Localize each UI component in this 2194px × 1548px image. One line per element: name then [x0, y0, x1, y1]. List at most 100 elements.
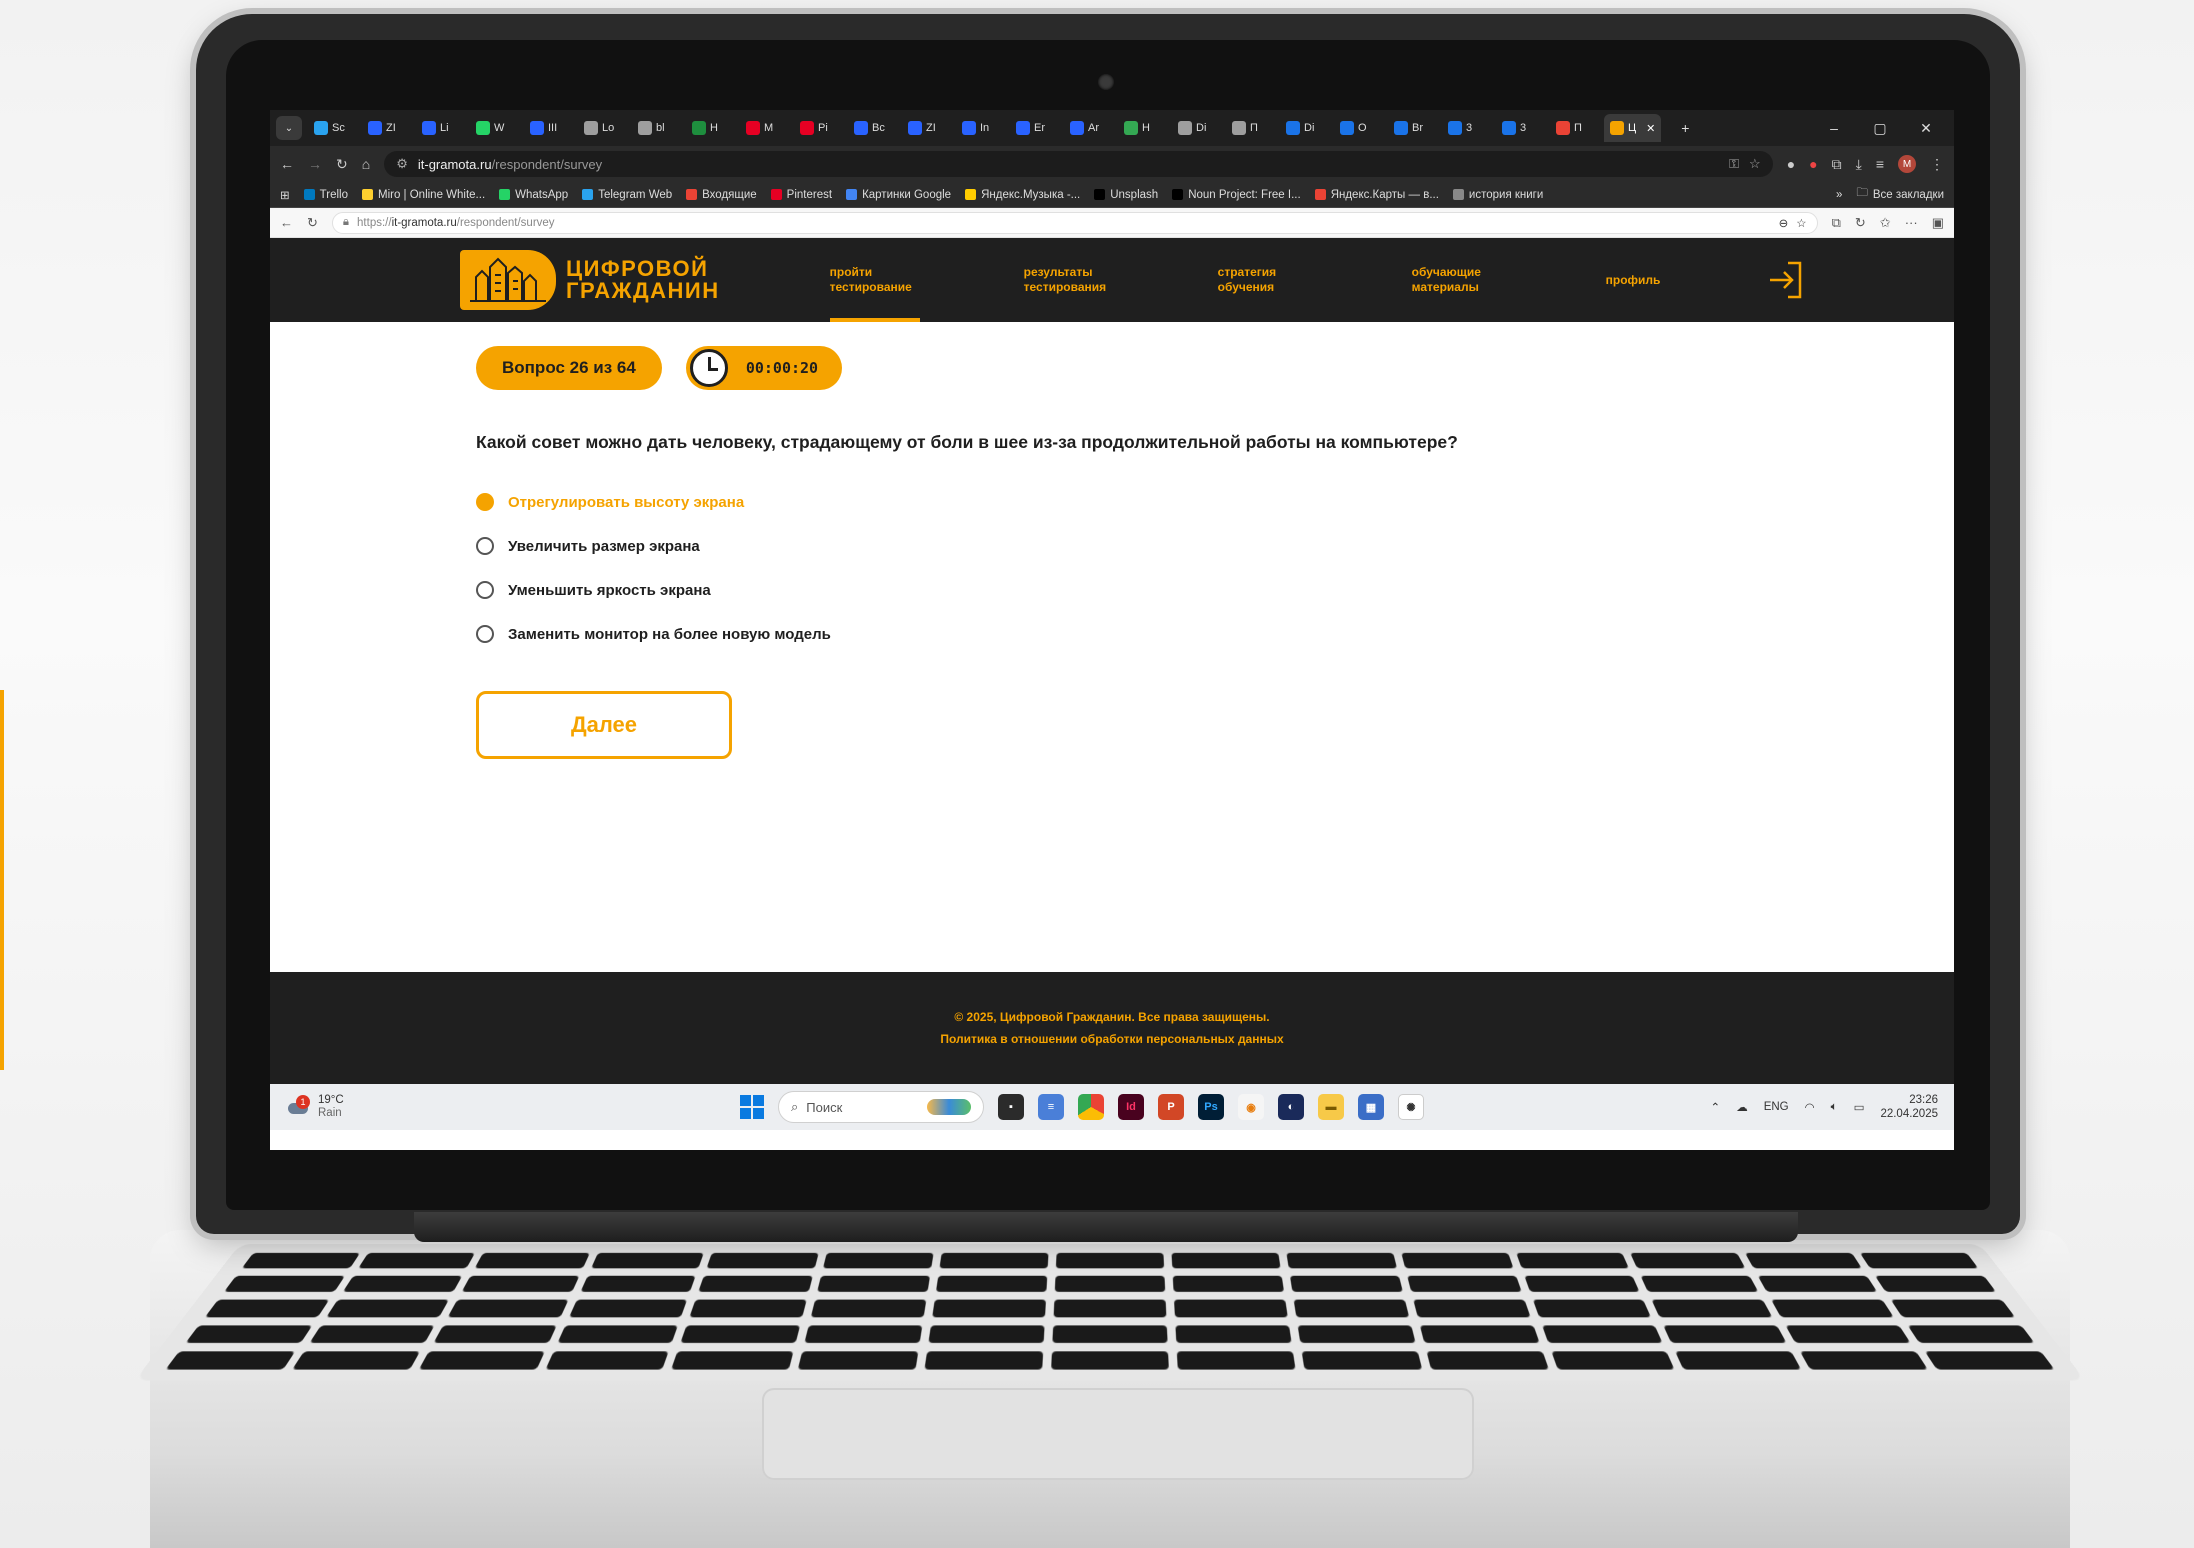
profile-avatar[interactable]: M	[1898, 155, 1916, 173]
browser-tab[interactable]: Di	[1280, 114, 1332, 142]
download-icon[interactable]: ⤓	[1856, 156, 1862, 173]
browser-tab[interactable]: Er	[1010, 114, 1062, 142]
bookmark-item[interactable]: Noun Project: Free I...	[1172, 189, 1301, 201]
chatgpt-icon[interactable]: ✺	[1398, 1094, 1424, 1120]
browser-tab[interactable]: III	[524, 114, 576, 142]
apps-grid-icon[interactable]: ⊞	[280, 188, 290, 202]
browser-tab[interactable]: Pi	[794, 114, 846, 142]
nav-item[interactable]: стратегия обучения	[1218, 238, 1412, 322]
site-info-icon[interactable]: ⚙	[396, 156, 408, 172]
password-key-icon[interactable]: ⚿	[1729, 156, 1739, 172]
all-bookmarks-folder[interactable]: 🗀 Все закладки	[1856, 185, 1944, 204]
bookmark-star-icon[interactable]: ☆	[1749, 156, 1761, 172]
answer-option[interactable]: Заменить монитор на более новую модель	[476, 625, 1954, 643]
battery-icon[interactable]: ▭	[1854, 1100, 1865, 1114]
answer-option[interactable]: Увеличить размер экрана	[476, 537, 1954, 555]
forward-arrow-icon[interactable]: →	[308, 156, 322, 172]
answer-option[interactable]: Уменьшить яркость экрана	[476, 581, 1954, 599]
taskbar-clock[interactable]: 23:26 22.04.2025	[1880, 1093, 1938, 1121]
radio-button[interactable]	[476, 581, 494, 599]
task-view-icon[interactable]: ▪	[998, 1094, 1024, 1120]
close-window-button[interactable]: ✕	[1904, 120, 1948, 137]
address-bar[interactable]: ⚙ it-gramota.ru/respondent/survey ⚿ ☆	[384, 151, 1773, 177]
browser-tab[interactable]: 3	[1442, 114, 1494, 142]
bookmark-item[interactable]: Pinterest	[770, 189, 832, 201]
browser-tab[interactable]: M	[740, 114, 792, 142]
browser-tab[interactable]: Di	[1172, 114, 1224, 142]
bookmark-item[interactable]: Miro | Online White...	[361, 189, 485, 201]
radio-button[interactable]	[476, 493, 494, 511]
favorites-icon[interactable]: ✩	[1880, 215, 1891, 231]
new-tab-button[interactable]: +	[1663, 120, 1707, 136]
bookmark-item[interactable]: Яндекс.Музыка -...	[965, 189, 1080, 201]
browser-tab[interactable]: H	[1118, 114, 1170, 142]
maximize-button[interactable]: ▢	[1858, 120, 1902, 137]
inner-more-icon[interactable]: ···	[1905, 215, 1918, 230]
browser-tab[interactable]: ZI	[362, 114, 414, 142]
answer-option[interactable]: Отрегулировать высоту экрана	[476, 493, 1954, 511]
nav-item[interactable]: пройти тестирование	[829, 238, 1024, 322]
bookmark-item[interactable]: Unsplash	[1094, 189, 1158, 201]
browser-tab[interactable]: П	[1550, 114, 1602, 142]
inner-reload-icon[interactable]: ↻	[307, 215, 318, 231]
browser-tab[interactable]: In	[956, 114, 1008, 142]
wifi-icon[interactable]: ◠	[1805, 1100, 1815, 1114]
home-icon[interactable]: ⌂	[362, 156, 370, 172]
browser-tab[interactable]: Ц ✕	[1604, 114, 1662, 142]
inner-favorite-star-icon[interactable]: ☆	[1796, 216, 1806, 230]
minimize-button[interactable]: –	[1812, 120, 1856, 136]
bookmark-item[interactable]: Картинки Google	[846, 189, 951, 201]
volume-icon[interactable]: 🔈︎	[1831, 1101, 1838, 1114]
close-tab-icon[interactable]: ✕	[1646, 122, 1655, 135]
tab-search-button[interactable]: ⌄	[276, 116, 302, 140]
logout-button[interactable]	[1766, 260, 1804, 300]
zoom-icon[interactable]: ⊖	[1779, 216, 1789, 230]
sidebar-icon[interactable]: ▣	[1932, 215, 1944, 231]
browser-tab[interactable]: Bc	[848, 114, 900, 142]
chrome-icon[interactable]	[1078, 1094, 1104, 1120]
browser-tab[interactable]: Li	[416, 114, 468, 142]
bookmarks-more-button[interactable]: »	[1836, 189, 1842, 201]
browser-tab[interactable]: Ar	[1064, 114, 1116, 142]
bookmark-item[interactable]: Trello	[303, 189, 348, 201]
tray-chevron-icon[interactable]: ⌃	[1711, 1100, 1721, 1114]
browser-tab[interactable]: W	[470, 114, 522, 142]
bookmark-item[interactable]: история книги	[1452, 189, 1543, 201]
language-indicator[interactable]: ENG	[1764, 1101, 1789, 1113]
notepad-icon[interactable]: ≡	[1038, 1094, 1064, 1120]
indesign-icon[interactable]: Id	[1118, 1094, 1144, 1120]
extension-red-icon[interactable]: ●	[1809, 156, 1817, 172]
radio-button[interactable]	[476, 537, 494, 555]
browser-tab[interactable]: Br	[1388, 114, 1440, 142]
browser-tab[interactable]: ZI	[902, 114, 954, 142]
bookmark-item[interactable]: Telegram Web	[582, 189, 672, 201]
chrome-menu-icon[interactable]: ⋮	[1930, 156, 1944, 173]
inner-address-bar[interactable]: 🔒︎ https://it-gramota.ru/respondent/surv…	[331, 211, 1818, 234]
inner-extension-icon[interactable]: ⧉	[1832, 215, 1841, 231]
browser-tab[interactable]: Sc	[308, 114, 360, 142]
browser-tab[interactable]: П	[1226, 114, 1278, 142]
inner-refresh-icon[interactable]: ↻	[1855, 215, 1866, 231]
browser-tab[interactable]: H	[686, 114, 738, 142]
browser-tab[interactable]: Lo	[578, 114, 630, 142]
nav-item[interactable]: обучающие материалы	[1412, 238, 1606, 322]
site-logo[interactable]: ЦИФРОВОЙ ГРАЖДАНИН	[460, 250, 720, 310]
nav-item[interactable]: результаты тестирования	[1024, 238, 1218, 322]
browser-tab[interactable]: bl	[632, 114, 684, 142]
bookmark-item[interactable]: WhatsApp	[499, 189, 568, 201]
reload-icon[interactable]: ↻	[336, 156, 348, 173]
extensions-puzzle-icon[interactable]: ⧉	[1832, 156, 1842, 173]
reading-list-icon[interactable]: ≡	[1876, 156, 1884, 172]
weather-widget[interactable]: 1 19°C Rain	[286, 1094, 344, 1120]
start-button[interactable]	[740, 1095, 764, 1119]
radio-button[interactable]	[476, 625, 494, 643]
bookmark-item[interactable]: Яндекс.Карты — в...	[1314, 189, 1439, 201]
inner-back-arrow-icon[interactable]: ←	[280, 215, 293, 230]
browser-tab[interactable]: O	[1334, 114, 1386, 142]
onedrive-icon[interactable]: ☁	[1736, 1100, 1748, 1114]
cinema4d-icon[interactable]: ◐	[1278, 1094, 1304, 1120]
calculator-icon[interactable]: ▦	[1358, 1094, 1384, 1120]
taskbar-search[interactable]: ⌕ Поиск	[778, 1091, 984, 1123]
next-button[interactable]: Далее	[476, 691, 732, 759]
powerpoint-icon[interactable]: P	[1158, 1094, 1184, 1120]
